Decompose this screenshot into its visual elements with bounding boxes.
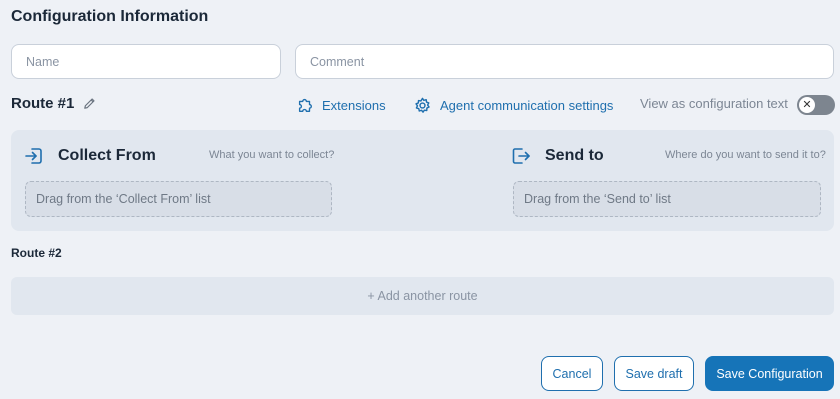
collect-from-heading: Collect From bbox=[58, 147, 156, 164]
send-to-drop-text: Drag from the ‘Send to’ list bbox=[524, 192, 671, 206]
route-1-title: Route #1 bbox=[11, 95, 75, 112]
collect-from-drop-text: Drag from the ‘Collect From’ list bbox=[36, 192, 211, 206]
collect-from-header: Collect From bbox=[24, 146, 156, 166]
send-to-header: Send to bbox=[511, 146, 604, 166]
route-1-header: Route #1 bbox=[11, 95, 97, 112]
comment-placeholder: Comment bbox=[310, 54, 365, 69]
collect-from-drop-zone[interactable]: Drag from the ‘Collect From’ list bbox=[25, 181, 332, 217]
add-another-route-button[interactable]: + Add another route bbox=[11, 277, 834, 315]
pencil-icon[interactable] bbox=[82, 96, 97, 111]
name-input[interactable]: Name bbox=[11, 44, 281, 79]
route-1-panel: Collect From What you want to collect? D… bbox=[11, 130, 834, 231]
name-placeholder: Name bbox=[26, 54, 60, 69]
agent-communication-settings-label: Agent communication settings bbox=[440, 97, 614, 113]
sign-in-icon bbox=[24, 146, 44, 166]
save-draft-button[interactable]: Save draft bbox=[614, 356, 694, 391]
sign-out-icon bbox=[511, 146, 531, 166]
view-as-config-text-label: View as configuration text bbox=[640, 96, 788, 111]
close-icon: ✕ bbox=[799, 97, 815, 113]
send-to-drop-zone[interactable]: Drag from the ‘Send to’ list bbox=[513, 181, 821, 217]
extensions-link[interactable]: Extensions bbox=[296, 94, 386, 116]
send-to-hint: Where do you want to send it to? bbox=[665, 149, 826, 161]
page-title: Configuration Information bbox=[11, 8, 209, 25]
view-as-config-text-toggle[interactable]: ✕ bbox=[797, 95, 835, 115]
send-to-heading: Send to bbox=[545, 147, 604, 164]
comment-input[interactable]: Comment bbox=[295, 44, 834, 79]
save-configuration-button[interactable]: Save Configuration bbox=[705, 356, 834, 391]
extensions-label: Extensions bbox=[322, 97, 386, 113]
add-another-route-label: + Add another route bbox=[367, 289, 478, 303]
agent-communication-settings-link[interactable]: Agent communication settings bbox=[413, 94, 613, 116]
puzzle-icon bbox=[296, 96, 314, 114]
gear-icon bbox=[413, 96, 432, 115]
route-2-title: Route #2 bbox=[11, 246, 62, 260]
collect-from-hint: What you want to collect? bbox=[209, 149, 335, 161]
cancel-button[interactable]: Cancel bbox=[541, 356, 603, 391]
